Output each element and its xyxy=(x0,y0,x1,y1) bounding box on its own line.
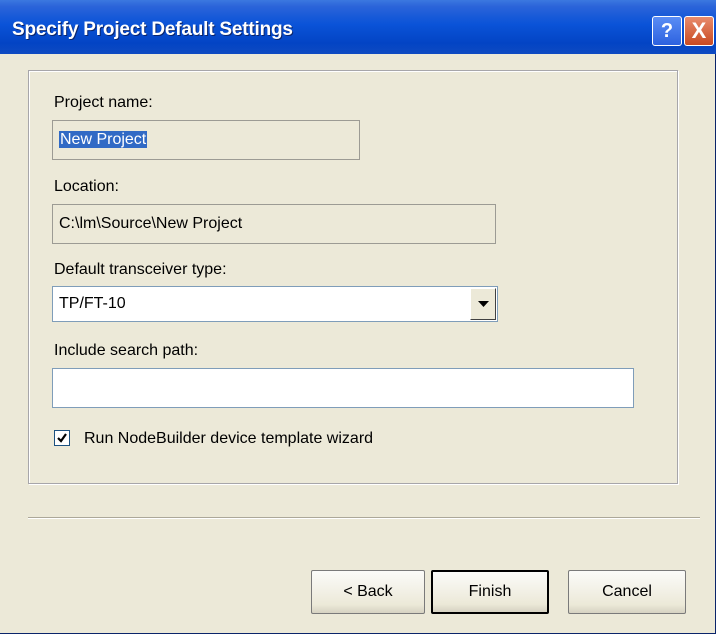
close-icon: X xyxy=(691,18,707,43)
footer-divider xyxy=(28,517,700,519)
title-bar[interactable]: Specify Project Default Settings ? X xyxy=(0,0,716,54)
wizard-checkbox[interactable] xyxy=(54,430,70,446)
cancel-button[interactable]: Cancel xyxy=(568,570,686,614)
transceiver-select[interactable]: TP/FT-10 xyxy=(52,286,498,322)
wizard-checkbox-label[interactable]: Run NodeBuilder device template wizard xyxy=(84,430,373,448)
project-name-value: New Project xyxy=(59,131,148,148)
transceiver-dropdown-button[interactable] xyxy=(470,288,496,320)
location-label: Location: xyxy=(54,178,119,195)
checkmark-icon xyxy=(57,433,67,443)
project-name-field[interactable]: New Project xyxy=(52,120,360,160)
close-button[interactable]: X xyxy=(684,16,714,46)
location-value: C:\lm\Source\New Project xyxy=(59,215,243,232)
dialog-window: Specify Project Default Settings ? X Pro… xyxy=(0,0,716,634)
help-icon: ? xyxy=(660,20,674,42)
chevron-down-icon xyxy=(478,301,489,307)
back-button[interactable]: < Back xyxy=(311,570,425,614)
search-path-input[interactable] xyxy=(52,368,634,408)
finish-button[interactable]: Finish xyxy=(431,570,549,614)
help-button[interactable]: ? xyxy=(652,16,682,46)
transceiver-value: TP/FT-10 xyxy=(59,295,126,312)
search-path-label: Include search path: xyxy=(54,342,199,359)
project-name-label: Project name: xyxy=(54,94,153,111)
location-field[interactable]: C:\lm\Source\New Project xyxy=(52,204,496,244)
dialog-title: Specify Project Default Settings xyxy=(12,19,293,40)
transceiver-label: Default transceiver type: xyxy=(54,261,227,278)
